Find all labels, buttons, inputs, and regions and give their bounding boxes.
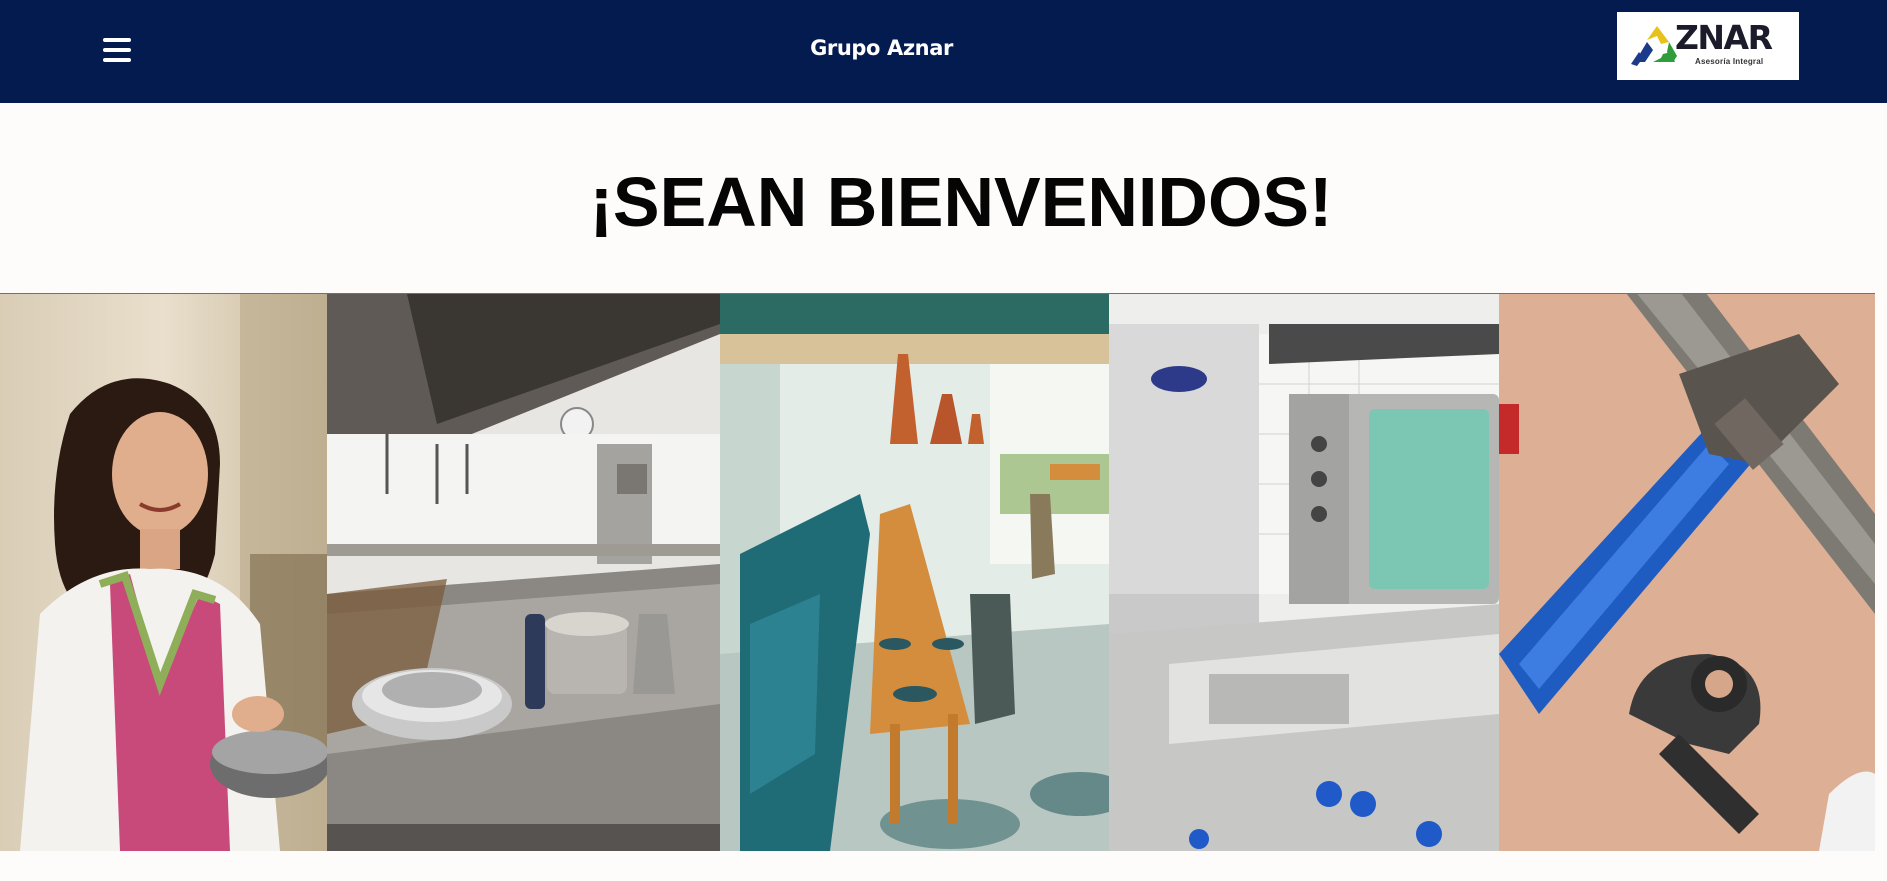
banner-photo-kitchen-counter (327, 294, 720, 851)
company-logo[interactable]: ZNAR Asesoría Integral (1617, 12, 1799, 80)
banner-photo-cook (0, 294, 327, 851)
banner-photo-restaurant (720, 294, 1109, 851)
banner-photo-industrial-kitchen (1109, 294, 1499, 851)
hamburger-menu-icon[interactable] (100, 34, 134, 66)
logo-subtext: Asesoría Integral (1695, 57, 1764, 66)
banner-photo-plumbing-tools (1499, 294, 1875, 851)
hero-banner (0, 293, 1875, 851)
menu-line (103, 48, 131, 52)
menu-line (103, 58, 131, 62)
site-title-link[interactable]: Grupo Aznar (760, 36, 1003, 60)
top-header: Grupo Aznar ZNAR Asesoría Integral (0, 0, 1887, 103)
menu-line (103, 38, 131, 42)
logo-wordmark: ZNAR (1675, 18, 1773, 57)
welcome-heading: ¡SEAN BIENVENIDOS! (589, 163, 1333, 241)
